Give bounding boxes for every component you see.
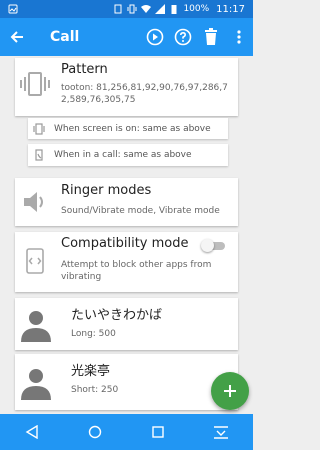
compat-desc: Attempt to block other apps from vibrati… (61, 260, 212, 282)
system-nav-bar (0, 414, 253, 450)
page-title: Call (50, 29, 80, 45)
phone-in-call-icon (35, 149, 43, 161)
pattern-value: tooton: 81,256,81,92,90,76,97,286,72,589… (61, 83, 228, 105)
developer-mode-icon (26, 248, 44, 274)
status-bar: 100% 11:17 (0, 0, 253, 18)
photo-notification-icon (8, 4, 18, 14)
nav-recents-icon (152, 426, 164, 438)
back-button[interactable] (0, 18, 34, 56)
contact-card[interactable]: 光楽亭 Short: 250 (15, 354, 238, 410)
nav-home-icon (88, 425, 102, 439)
nav-back-icon (25, 425, 38, 439)
avatar-icon (21, 369, 51, 400)
ringer-value: Sound/Vibrate mode, Vibrate mode (61, 206, 220, 216)
volume-icon (24, 192, 43, 212)
in-call-label: When in a call: same as above (54, 150, 192, 160)
settings-list: Pattern tooton: 81,256,81,92,90,76,97,28… (0, 56, 253, 414)
in-call-item[interactable]: When in a call: same as above (28, 144, 228, 166)
help-button[interactable] (169, 18, 197, 56)
pattern-title: Pattern (61, 62, 108, 77)
play-button[interactable] (141, 18, 169, 56)
contact-detail: Long: 500 (71, 329, 116, 339)
nav-home-button[interactable] (75, 414, 115, 450)
battery-percent: 100% (183, 4, 210, 14)
contact-detail: Short: 250 (71, 385, 119, 395)
contact-name: たいやきわかば (71, 308, 163, 323)
screen-on-item[interactable]: When screen is on: same as above (28, 118, 228, 139)
clock: 11:17 (216, 3, 245, 15)
vibrate-status-icon (127, 4, 137, 14)
avatar-icon (21, 311, 51, 342)
compat-toggle[interactable] (201, 239, 225, 252)
play-circle-icon (146, 28, 164, 46)
signal-icon (155, 4, 166, 14)
hide-nav-icon (214, 426, 229, 439)
app-bar: Call (0, 18, 253, 56)
compat-title: Compatibility mode (61, 236, 189, 251)
ringer-modes-card[interactable]: Ringer modes Sound/Vibrate mode, Vibrate… (15, 178, 238, 226)
wifi-icon (141, 5, 152, 13)
delete-button[interactable] (197, 18, 225, 56)
vibration-small-icon (33, 122, 45, 135)
contact-card[interactable]: たいやきわかば Long: 500 (15, 298, 238, 350)
ringer-title: Ringer modes (61, 183, 152, 198)
vibration-icon (20, 72, 50, 96)
compatibility-card[interactable]: Compatibility mode Attempt to block othe… (15, 232, 238, 292)
nav-recents-button[interactable] (138, 414, 178, 450)
more-vert-icon (237, 30, 241, 44)
battery-icon (171, 5, 177, 14)
trash-icon (205, 28, 217, 45)
screen-on-label: When screen is on: same as above (54, 123, 211, 134)
overflow-menu-button[interactable] (225, 18, 253, 56)
arrow-back-icon (10, 31, 23, 43)
sim-icon (114, 4, 122, 14)
plus-icon (224, 385, 236, 397)
help-circle-icon (174, 28, 192, 46)
nav-back-button[interactable] (12, 414, 52, 450)
toggle-knob (201, 239, 214, 252)
pattern-card[interactable]: Pattern tooton: 81,256,81,92,90,76,97,28… (15, 58, 238, 116)
add-button[interactable] (211, 372, 249, 410)
contact-name: 光楽亭 (71, 364, 111, 379)
nav-hide-button[interactable] (201, 414, 241, 450)
